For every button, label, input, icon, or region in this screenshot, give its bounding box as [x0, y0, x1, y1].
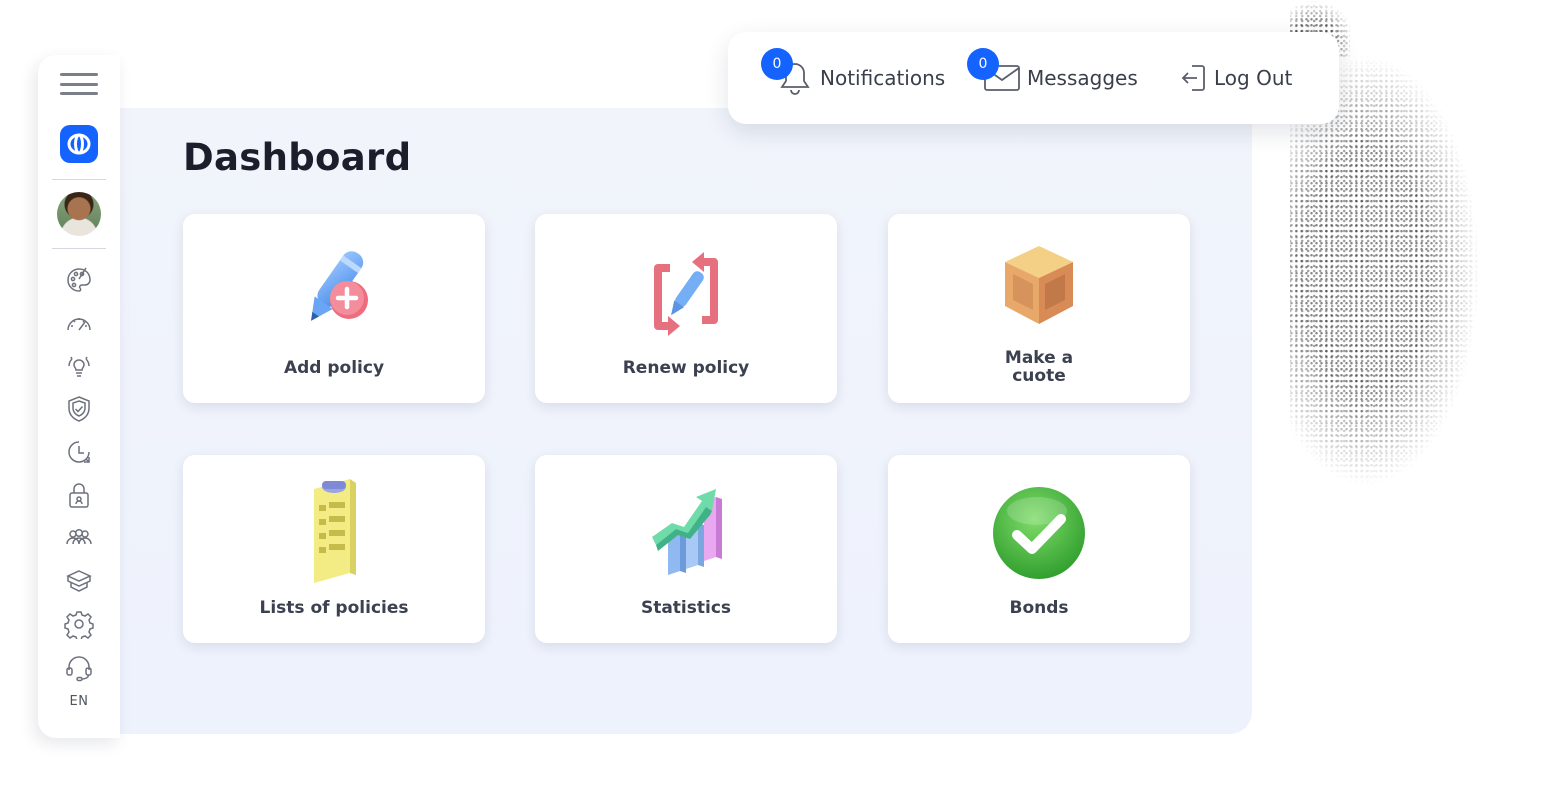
sidebar-divider	[52, 248, 106, 249]
tile-label: Add policy	[283, 358, 385, 378]
palette-icon[interactable]	[62, 263, 96, 297]
notifications-button[interactable]: Notifications 0	[761, 32, 946, 124]
sidebar-nav	[62, 263, 96, 684]
chart-growth-icon	[652, 489, 722, 575]
sidebar-divider	[52, 179, 106, 180]
tile-lists-of-policies[interactable]: Lists of policies	[183, 455, 485, 643]
renew-icon	[654, 252, 718, 336]
speedometer-icon[interactable]	[62, 306, 96, 340]
tile-add-policy[interactable]: Add policy	[183, 214, 485, 403]
sidebar: EN	[38, 55, 120, 738]
tile-label: Lists of policies	[259, 598, 409, 618]
page-title: Dashboard	[183, 136, 412, 179]
team-icon[interactable]	[62, 521, 96, 555]
tile-label: Renew policy	[622, 358, 750, 378]
logout-icon	[1181, 65, 1205, 91]
shield-check-icon[interactable]	[62, 392, 96, 426]
header-actions: Notifications 0 Messagges 0 Log Out	[728, 32, 1339, 124]
messages-button[interactable]: Messagges 0	[967, 32, 1138, 124]
notifications-label: Notifications	[820, 66, 946, 90]
lock-icon[interactable]	[62, 478, 96, 512]
headset-icon[interactable]	[62, 650, 96, 684]
hamburger-menu-icon[interactable]	[60, 73, 98, 95]
messages-badge: 0	[967, 48, 999, 80]
logout-label: Log Out	[1214, 66, 1293, 90]
clock-history-icon[interactable]	[62, 435, 96, 469]
notifications-badge: 0	[761, 48, 793, 80]
tile-make-a-quote[interactable]: Make a cuote	[888, 214, 1190, 403]
clipboard-list-icon	[314, 479, 356, 583]
tile-renew-policy[interactable]: Renew policy	[535, 214, 837, 403]
box-icon	[1005, 246, 1073, 324]
brand-logo-icon[interactable]	[60, 125, 98, 163]
tile-label: Bonds	[1009, 598, 1069, 618]
messages-label: Messagges	[1027, 66, 1138, 90]
box-icon[interactable]	[62, 564, 96, 598]
tile-label-line2: cuote	[1012, 366, 1066, 386]
logo-glyph-icon	[67, 133, 91, 155]
logout-button[interactable]: Log Out	[1180, 32, 1292, 124]
tile-statistics[interactable]: Statistics	[535, 455, 837, 643]
top-bar	[120, 55, 740, 108]
tile-label: Statistics	[640, 598, 732, 618]
lightbulb-icon[interactable]	[62, 349, 96, 383]
gear-icon[interactable]	[62, 607, 96, 641]
language-selector[interactable]: EN	[70, 694, 89, 709]
tile-bonds[interactable]: Bonds	[888, 455, 1190, 643]
check-circle-icon	[993, 487, 1085, 579]
user-avatar[interactable]	[57, 192, 101, 236]
pencil-plus-icon	[311, 251, 368, 321]
